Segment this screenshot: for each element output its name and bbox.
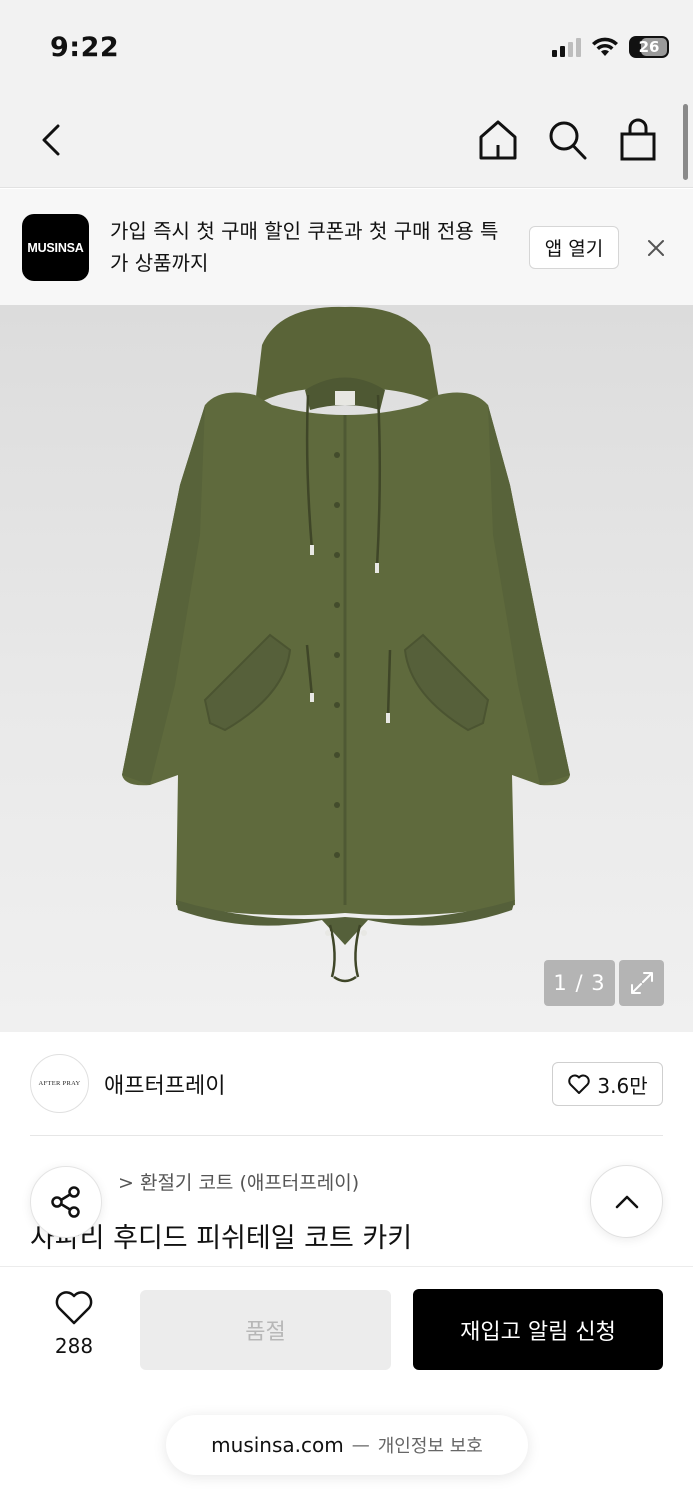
status-time: 9:22	[50, 32, 120, 63]
heart-icon	[568, 1074, 591, 1094]
scroll-to-top-button[interactable]	[590, 1165, 663, 1238]
sold-out-button: 품절	[140, 1290, 391, 1370]
wishlist-button[interactable]: 288	[44, 1290, 104, 1358]
url-separator: —	[351, 1434, 370, 1456]
nav-bar	[0, 96, 693, 188]
status-bar: 9:22 26	[0, 0, 693, 96]
back-arrow-icon[interactable]	[30, 118, 74, 162]
restock-alert-button[interactable]: 재입고 알림 신청	[413, 1289, 663, 1370]
heart-icon	[55, 1291, 93, 1325]
brand-like-count: 3.6만	[597, 1073, 648, 1098]
chevron-up-icon	[615, 1195, 638, 1208]
share-icon	[51, 1186, 80, 1218]
expand-icon	[630, 972, 653, 994]
url-domain: musinsa.com	[211, 1433, 344, 1457]
coat-photo	[122, 306, 570, 983]
shopping-bag-icon[interactable]	[617, 118, 659, 162]
image-counter: 1 / 3	[544, 960, 615, 1006]
breadcrumb-category[interactable]: > 환절기 코트 (애프터프레이)	[118, 1172, 359, 1194]
search-icon[interactable]	[547, 118, 589, 162]
brand-row: AFTER PRAY 애프터프레이 3.6만	[0, 1032, 693, 1136]
share-button[interactable]	[30, 1166, 102, 1238]
cellular-signal-icon	[552, 37, 581, 57]
brand-like-button[interactable]: 3.6만	[552, 1062, 663, 1106]
url-bar[interactable]: musinsa.com — 개인정보 보호	[166, 1415, 528, 1475]
brand-logo[interactable]: AFTER PRAY	[30, 1054, 89, 1113]
brand-name[interactable]: 애프터프레이	[104, 1068, 225, 1100]
scroll-indicator	[683, 104, 688, 180]
banner-message: 가입 즉시 첫 구매 할인 쿠폰과 첫 구매 전용 특가 상품까지	[110, 219, 499, 275]
battery-level: 26	[638, 38, 660, 56]
open-app-button[interactable]: 앱 열기	[529, 226, 619, 269]
expand-button[interactable]	[619, 960, 664, 1006]
divider	[30, 1135, 663, 1136]
musinsa-logo: MUSINSA	[22, 214, 89, 281]
status-icons: 26	[552, 36, 669, 58]
wifi-icon	[592, 37, 618, 56]
app-install-banner: MUSINSA 가입 즉시 첫 구매 할인 쿠폰과 첫 구매 전용 특가 상품까…	[0, 189, 693, 305]
close-icon[interactable]	[642, 234, 670, 262]
privacy-label: 개인정보 보호	[377, 1436, 483, 1457]
wishlist-count: 288	[54, 1334, 94, 1358]
battery-icon: 26	[629, 36, 669, 58]
home-icon[interactable]	[477, 118, 519, 162]
product-image[interactable]	[0, 305, 693, 1032]
